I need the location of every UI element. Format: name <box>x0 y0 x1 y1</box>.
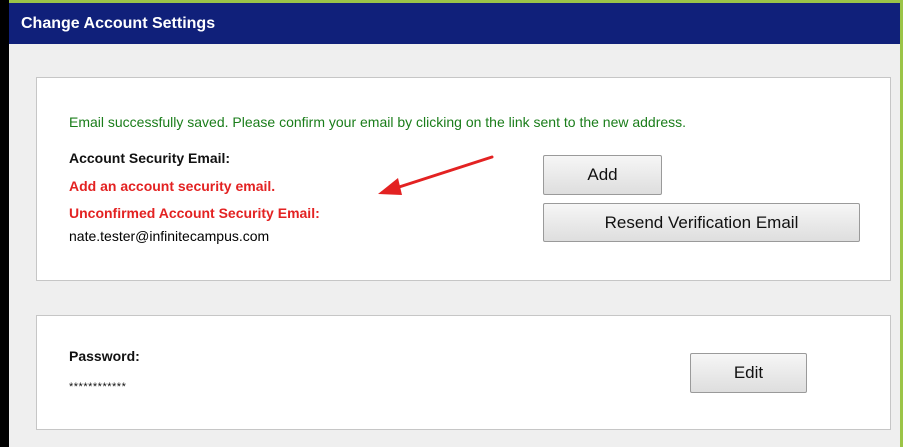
resend-verification-button[interactable]: Resend Verification Email <box>543 203 860 242</box>
unconfirmed-email-value: nate.tester@infinitecampus.com <box>69 228 270 244</box>
add-email-button[interactable]: Add <box>543 155 662 195</box>
add-security-email-prompt: Add an account security email. <box>69 178 276 194</box>
edit-password-button[interactable]: Edit <box>690 353 807 393</box>
password-masked-value: ************ <box>69 381 127 393</box>
red-arrow-icon <box>378 155 494 195</box>
page-title: Change Account Settings <box>9 3 900 44</box>
left-border <box>0 0 9 447</box>
success-message: Email successfully saved. Please confirm… <box>69 114 687 130</box>
unconfirmed-email-label: Unconfirmed Account Security Email: <box>69 205 320 221</box>
settings-window: Change Account Settings Email successful… <box>0 0 903 447</box>
password-label: Password: <box>69 348 140 364</box>
security-email-label: Account Security Email: <box>69 150 231 166</box>
